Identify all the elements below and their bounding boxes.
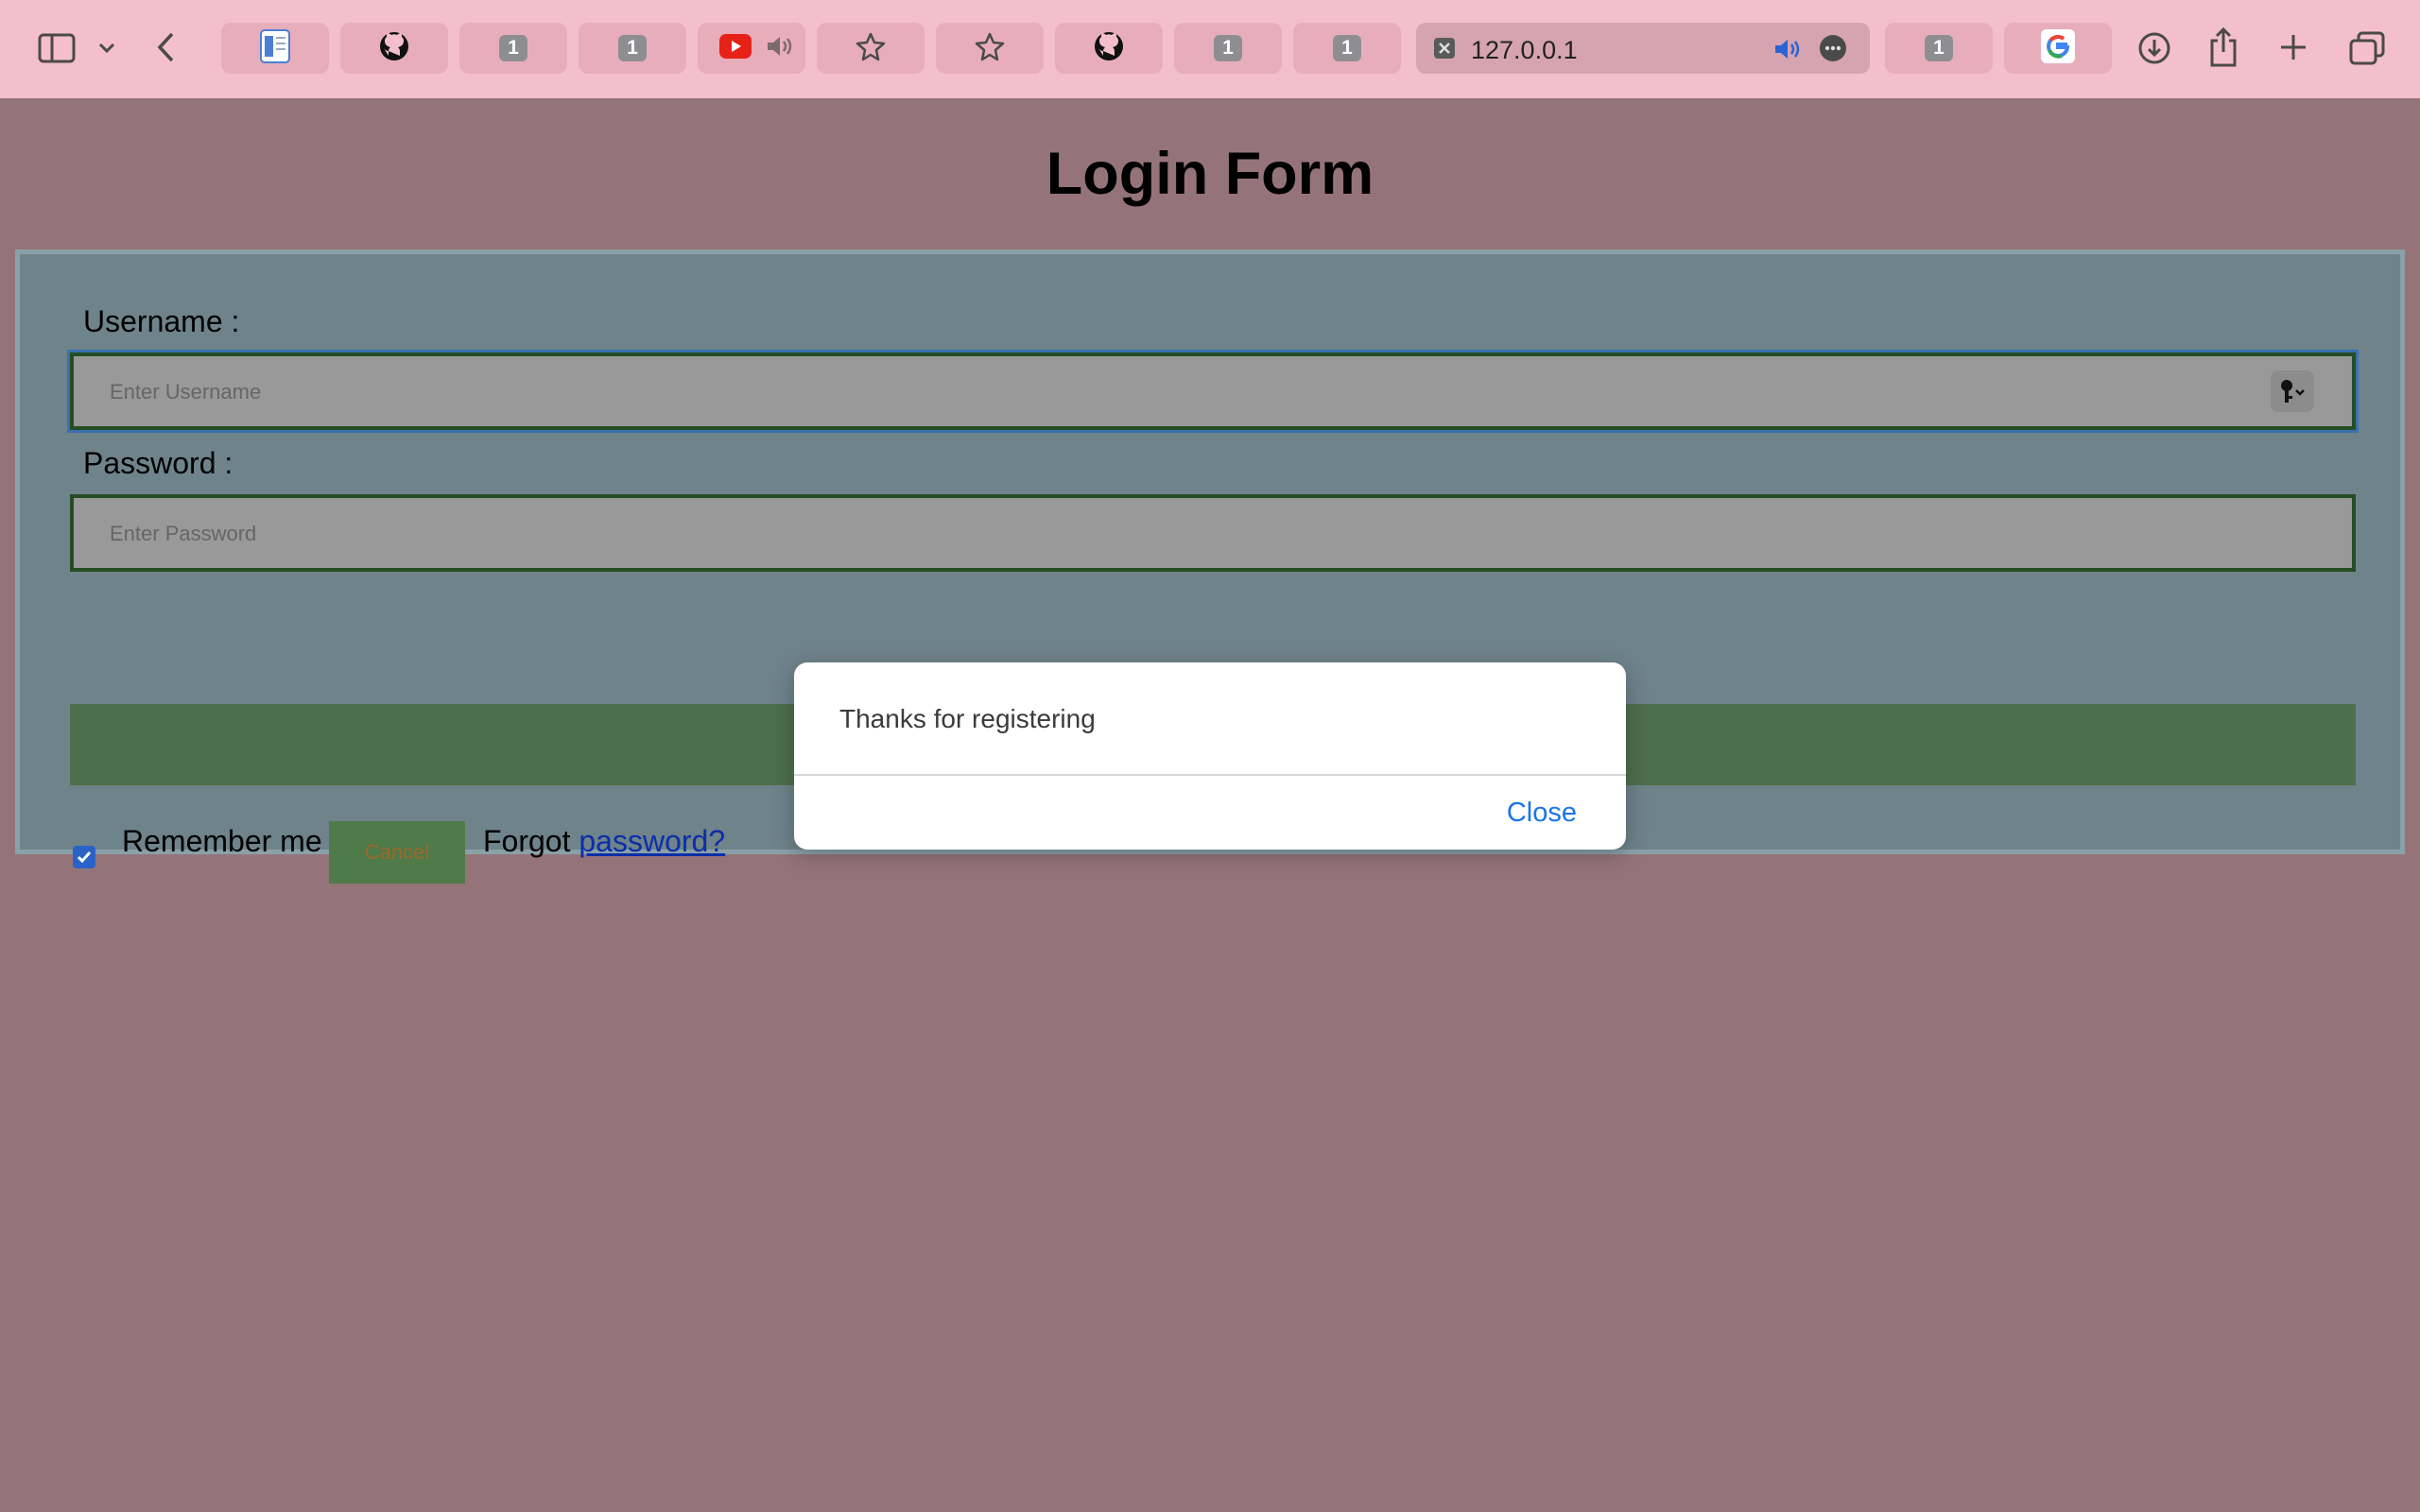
cancel-button[interactable]: Cancel <box>329 821 465 884</box>
forgot-label: Forgot <box>483 824 571 858</box>
browser-toolbar: 1 1 1 1 127.0.0.1 1 <box>0 0 2420 98</box>
more-options-icon[interactable] <box>1819 34 1847 67</box>
tab-1b[interactable]: 1 <box>579 23 686 74</box>
address-text: 127.0.0.1 <box>1471 36 1578 64</box>
tab-github[interactable] <box>340 23 448 74</box>
youtube-icon <box>718 33 752 64</box>
dialog-divider <box>794 774 1626 776</box>
tab-1d[interactable]: 1 <box>1293 23 1401 74</box>
star-icon <box>975 31 1005 66</box>
tab-star-b[interactable] <box>936 23 1044 74</box>
tab-badge: 1 <box>618 35 647 61</box>
notes-icon <box>259 28 291 69</box>
username-placeholder: Enter Username <box>110 380 262 404</box>
github-icon <box>1093 30 1125 67</box>
tab-github-2[interactable] <box>1055 23 1163 74</box>
tab-1e[interactable]: 1 <box>1885 23 1993 74</box>
google-icon <box>2041 28 2075 68</box>
tab-badge: 1 <box>499 35 527 61</box>
back-arrow-icon[interactable] <box>151 28 180 66</box>
tab-google[interactable] <box>2004 23 2112 74</box>
forgot-password-link[interactable]: password? <box>579 824 725 858</box>
remember-checkbox[interactable] <box>73 846 95 868</box>
chevron-down-icon[interactable] <box>95 36 119 60</box>
password-key-icon[interactable] <box>2271 370 2314 412</box>
username-label: Username : <box>83 304 240 338</box>
forgot-password-text: Forgot password? <box>483 824 725 859</box>
download-icon[interactable] <box>2136 30 2172 66</box>
password-input[interactable]: Enter Password <box>70 494 2356 572</box>
new-tab-icon[interactable] <box>2276 30 2310 64</box>
tab-star-a[interactable] <box>817 23 925 74</box>
dialog-message: Thanks for registering <box>839 704 1096 733</box>
tab-badge: 1 <box>1925 35 1953 61</box>
address-bar[interactable]: 127.0.0.1 <box>1416 23 1870 74</box>
github-icon <box>378 30 410 67</box>
sidebar-toggle-icon[interactable] <box>36 30 78 66</box>
tab-1a[interactable]: 1 <box>459 23 567 74</box>
tab-badge: 1 <box>1214 35 1242 61</box>
dialog-close-button[interactable]: Close <box>1507 798 1577 829</box>
close-tab-icon[interactable] <box>1433 37 1456 64</box>
tab-badge: 1 <box>1333 35 1361 61</box>
star-icon <box>856 31 886 66</box>
speaker-active-icon[interactable] <box>1773 37 1802 66</box>
password-label: Password : <box>83 446 233 480</box>
tab-youtube[interactable] <box>698 23 805 74</box>
page-title: Login Form <box>1046 141 1374 207</box>
speaker-icon[interactable] <box>766 34 794 63</box>
tab-1c[interactable]: 1 <box>1174 23 1282 74</box>
share-icon[interactable] <box>2206 26 2240 68</box>
remember-label: Remember me <box>122 824 322 858</box>
alert-dialog: Thanks for registering Close <box>794 662 1626 850</box>
tab-notes[interactable] <box>221 23 329 74</box>
password-placeholder: Enter Password <box>110 522 257 545</box>
tab-overview-icon[interactable] <box>2348 30 2386 66</box>
username-input[interactable]: Enter Username <box>70 352 2356 430</box>
